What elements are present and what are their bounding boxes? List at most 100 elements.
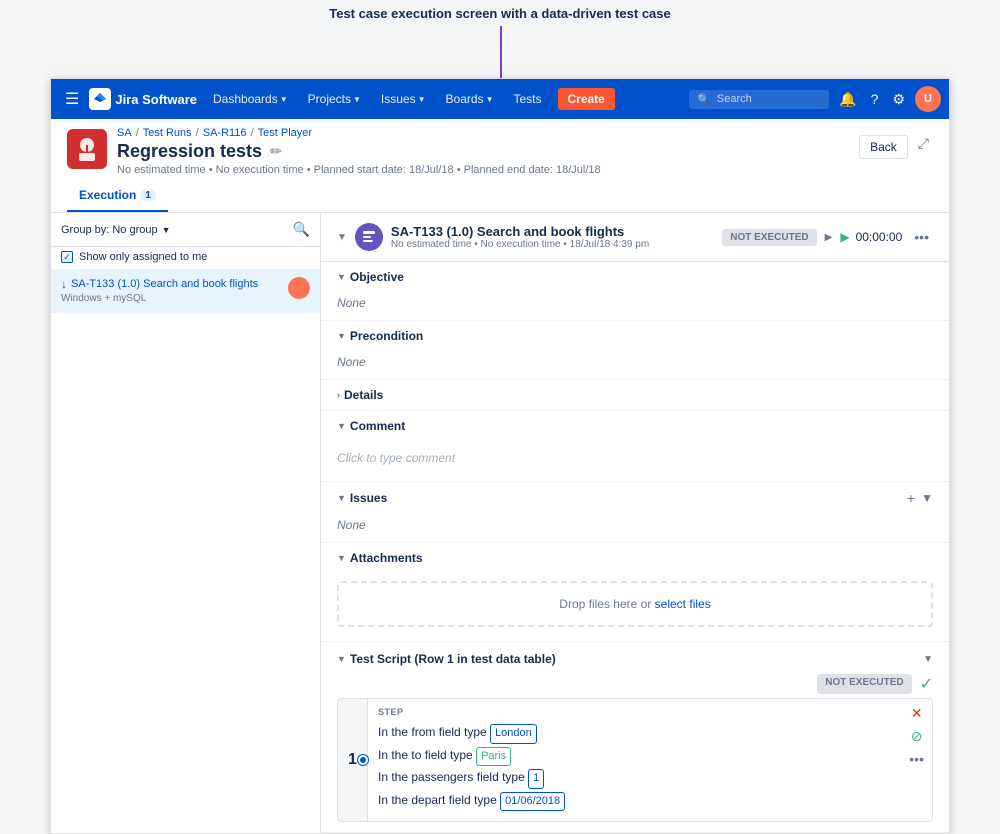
create-button[interactable]: Create <box>558 88 615 110</box>
script-step-text: In the from field type London In the to … <box>378 723 891 811</box>
project-avatar-inner <box>73 135 101 163</box>
comment-header[interactable]: ▼ Comment <box>321 411 949 441</box>
test-script-caret[interactable]: ▼ <box>923 654 933 665</box>
script-row-actions: ✕ ⊘ ••• <box>901 699 932 821</box>
step-1: In the from field type London <box>378 723 891 744</box>
hamburger-icon[interactable]: ☰ <box>59 85 85 113</box>
breadcrumb-runid[interactable]: SA-R116 <box>203 127 247 139</box>
section-details: › Details <box>321 380 949 411</box>
breadcrumb-content: SA / Test Runs / SA-R116 / Test Player R… <box>117 127 859 176</box>
objective-title: ▼ Objective <box>337 270 404 284</box>
status-caret[interactable]: ▶ <box>825 232 833 243</box>
search-label: Search <box>717 93 752 105</box>
test-case-title-area: SA-T133 (1.0) Search and book flights No… <box>391 224 714 250</box>
nav-tests[interactable]: Tests <box>505 88 549 110</box>
attachment-drop-zone[interactable]: Drop files here or select files <box>337 581 933 627</box>
script-status-dot <box>358 755 368 765</box>
script-action-pass[interactable]: ⊘ <box>911 728 923 745</box>
breadcrumb-right: Back ⤢ <box>859 131 933 159</box>
nav-boards[interactable]: Boards ▼ <box>438 88 502 110</box>
test-script-body: NOT EXECUTED ✓ 1 STEP In the from field … <box>321 674 949 832</box>
section-test-script: ▼ Test Script (Row 1 in test data table)… <box>321 642 949 833</box>
select-files-link[interactable]: select files <box>655 597 711 611</box>
search-box[interactable]: 🔍 Search <box>689 90 829 109</box>
data-tag-paris: Paris <box>476 747 511 767</box>
projects-caret: ▼ <box>353 95 361 104</box>
attachments-title: ▼ Attachments <box>337 551 423 565</box>
objective-content: None <box>321 292 949 320</box>
execution-badge: 1 <box>140 189 156 202</box>
play-button[interactable]: ▶ <box>840 230 849 244</box>
script-not-executed-badge: NOT EXECUTED <box>817 674 911 694</box>
details-header[interactable]: › Details <box>321 380 949 410</box>
help-icon[interactable]: ? <box>865 87 885 111</box>
test-item-env: Windows + mySQL <box>61 293 288 304</box>
group-by-caret: ▼ <box>162 225 171 235</box>
issues-title: ▼ Issues <box>337 491 387 505</box>
navbar: ☰ Jira Software Dashboards ▼ Projects ▼ … <box>51 79 949 119</box>
search-tests-button[interactable]: 🔍 <box>293 221 310 238</box>
nav-projects[interactable]: Projects ▼ <box>300 88 369 110</box>
breadcrumb-project[interactable]: SA <box>117 127 132 139</box>
precondition-title: ▼ Precondition <box>337 329 423 343</box>
breadcrumb-player[interactable]: Test Player <box>258 127 312 139</box>
right-panel: ▼ SA-T133 (1.0) Search and book flights … <box>321 213 949 833</box>
comment-input[interactable]: Click to type comment <box>337 445 933 471</box>
jira-logo[interactable]: Jira Software <box>89 88 197 110</box>
attachments-header[interactable]: ▼ Attachments <box>321 543 949 573</box>
section-attachments: ▼ Attachments Drop files here or select … <box>321 543 949 642</box>
nav-dashboards[interactable]: Dashboards ▼ <box>205 88 296 110</box>
show-assigned-checkbox[interactable]: ✓ <box>61 251 73 263</box>
annotation-line-top <box>500 26 502 78</box>
settings-icon[interactable]: ⚙ <box>886 87 911 112</box>
section-objective: ▼ Objective None <box>321 262 949 321</box>
attachments-content: Drop files here or select files <box>321 573 949 641</box>
page-title: Regression tests <box>117 141 262 162</box>
script-check-icon[interactable]: ✓ <box>920 674 933 694</box>
nav-icons: 🔔 ? ⚙ <box>833 87 911 112</box>
notifications-icon[interactable]: 🔔 <box>833 87 862 112</box>
add-issue-button[interactable]: + <box>907 490 915 506</box>
back-button[interactable]: Back <box>859 135 908 159</box>
issues-caret-down[interactable]: ▼ <box>921 491 933 505</box>
app-wrapper: ☰ Jira Software Dashboards ▼ Projects ▼ … <box>50 78 950 834</box>
group-by-button[interactable]: Group by: No group ▼ <box>61 224 171 236</box>
test-list-item[interactable]: ↓ SA-T133 (1.0) Search and book flights … <box>51 269 320 313</box>
precondition-none: None <box>337 355 366 369</box>
section-issues: ▼ Issues + ▼ None <box>321 482 949 543</box>
test-item-title: ↓ SA-T133 (1.0) Search and book flights <box>61 277 288 291</box>
comment-title: ▼ Comment <box>337 419 405 433</box>
collapse-icon[interactable]: ▼ <box>337 232 347 243</box>
timer-display: ▶ 00:00:00 <box>840 230 902 244</box>
breadcrumb-testruns[interactable]: Test Runs <box>143 127 192 139</box>
precondition-header[interactable]: ▼ Precondition <box>321 321 949 351</box>
expand-button[interactable]: ⤢ <box>914 131 933 156</box>
main-content: Group by: No group ▼ 🔍 ✓ Show only assig… <box>51 213 949 833</box>
tab-execution[interactable]: Execution 1 <box>67 180 168 212</box>
details-title: › Details <box>337 388 383 402</box>
left-panel: Group by: No group ▼ 🔍 ✓ Show only assig… <box>51 213 321 833</box>
data-tag-passengers: 1 <box>528 769 544 789</box>
objective-header[interactable]: ▼ Objective <box>321 262 949 292</box>
user-avatar[interactable]: U <box>915 86 941 112</box>
issues-caret: ▼ <box>418 95 426 104</box>
script-action-more[interactable]: ••• <box>909 751 924 767</box>
step-2: In the to field type Paris <box>378 746 891 767</box>
comment-content: Click to type comment <box>321 441 949 481</box>
script-row-container: 1 STEP In the from field type London In … <box>337 698 933 822</box>
page-meta: No estimated time • No execution time • … <box>117 164 859 176</box>
objective-none: None <box>337 296 366 310</box>
test-script-header: ▼ Test Script (Row 1 in test data table)… <box>321 642 949 674</box>
issues-header[interactable]: ▼ Issues + ▼ <box>321 482 949 514</box>
script-action-close[interactable]: ✕ <box>911 705 923 722</box>
more-button[interactable]: ••• <box>910 227 933 247</box>
precondition-content: None <box>321 351 949 379</box>
data-tag-date: 01/06/2018 <box>500 792 565 812</box>
edit-title-icon[interactable]: ✏ <box>270 143 282 160</box>
test-item-avatar <box>288 277 310 299</box>
search-icon: 🔍 <box>697 93 711 106</box>
annotation-top: Test case execution screen with a data-d… <box>0 0 1000 25</box>
breadcrumb-bar: SA / Test Runs / SA-R116 / Test Player R… <box>51 119 949 180</box>
test-item-id-title: SA-T133 (1.0) Search and book flights <box>71 278 258 290</box>
nav-issues[interactable]: Issues ▼ <box>373 88 434 110</box>
